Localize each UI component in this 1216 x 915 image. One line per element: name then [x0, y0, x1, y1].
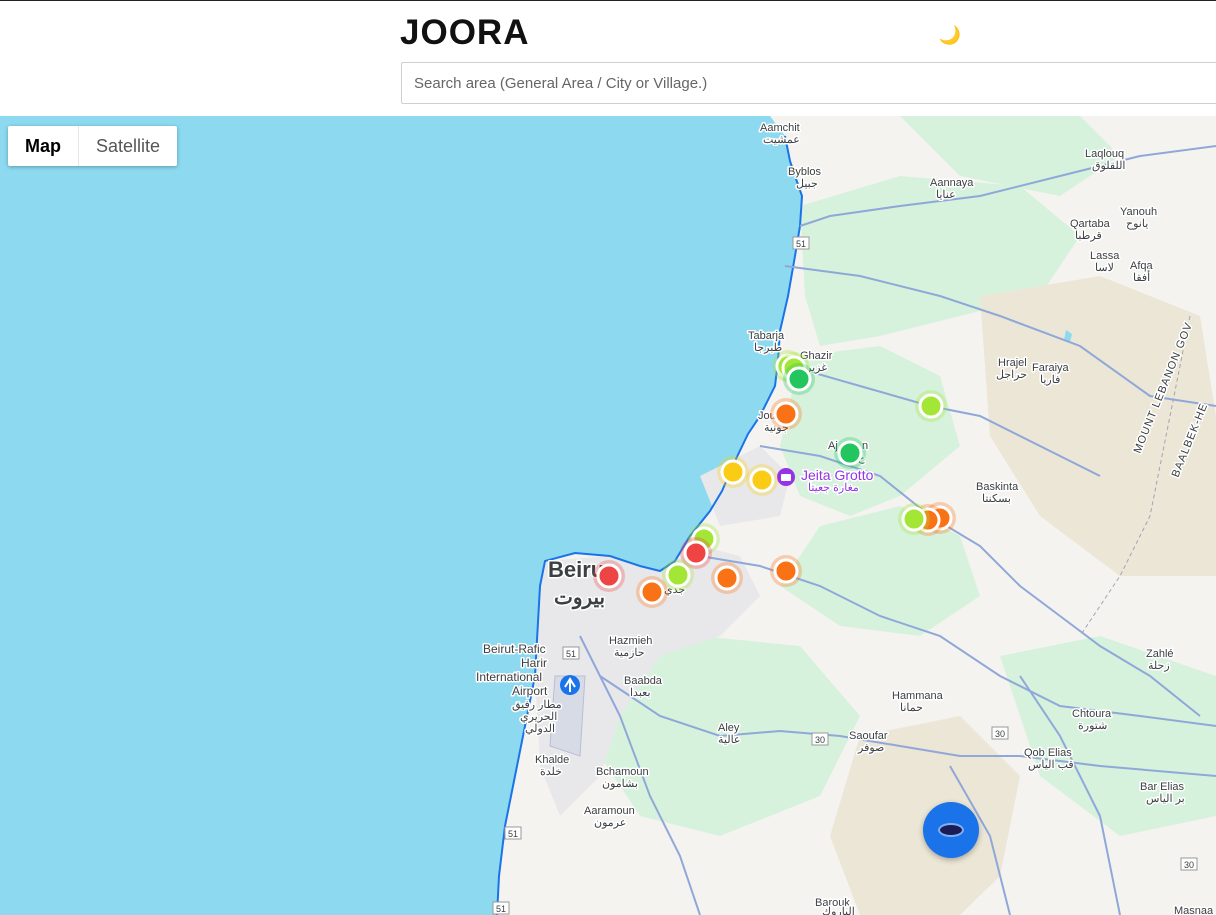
place-label: Khalde	[535, 754, 569, 766]
road-shield: 51	[562, 646, 580, 660]
place-label: صوفر	[857, 742, 884, 754]
app-header: JOORA 🌙	[0, 0, 1216, 116]
place-label: بشامون	[602, 778, 638, 790]
map-marker-green[interactable]	[837, 440, 863, 466]
app-title: JOORA	[400, 13, 530, 52]
airport-label: Harir	[521, 656, 547, 670]
place-label: Hrajel	[998, 357, 1027, 369]
locate-me-icon[interactable]	[923, 802, 979, 858]
place-label: طبرجا	[754, 342, 783, 354]
city-label-beirut-ar: بيروت	[554, 587, 605, 610]
map-type-control: Map Satellite	[8, 126, 178, 166]
place-label: Hammana	[892, 690, 944, 702]
place-label: جبيل	[796, 178, 818, 190]
place-label: Bar Elias	[1140, 781, 1185, 793]
place-label: فاريا	[1040, 374, 1060, 386]
moon-icon[interactable]: 🌙	[938, 23, 962, 47]
map-view[interactable]: 51 51 51 51 30 30 30 Aamchit عمشيت Byblo…	[0, 116, 1216, 915]
place-label: Baabda	[624, 675, 663, 687]
place-label: Hazmieh	[609, 635, 652, 647]
place-label: حراجل	[996, 369, 1027, 381]
place-label: أفقا	[1133, 270, 1150, 284]
map-marker-orange[interactable]	[639, 579, 665, 605]
place-label: يانوح	[1126, 218, 1148, 230]
svg-text:51: 51	[496, 904, 506, 914]
place-label: قرطبا	[1075, 230, 1102, 242]
camera-glyph	[781, 474, 791, 481]
road-shield: 30	[811, 732, 829, 746]
place-label: Masnaa	[1174, 905, 1214, 915]
place-label: Byblos	[788, 166, 822, 178]
map-type-map-button[interactable]: Map	[8, 126, 78, 166]
map-marker-orange[interactable]	[773, 558, 799, 584]
airport-label: Beirut-Rafic	[483, 642, 546, 656]
place-label: Aamchit	[760, 122, 800, 134]
place-label: الباروك	[822, 906, 855, 915]
map-marker-yellow[interactable]	[749, 467, 775, 493]
place-label: Faraiya	[1032, 362, 1070, 374]
place-label: Laqlouq	[1085, 148, 1124, 160]
place-label: Baskinta	[976, 481, 1019, 493]
place-label: Aley	[718, 722, 740, 734]
place-label: اللقلوق	[1092, 160, 1125, 172]
road-shield: 30	[1180, 857, 1198, 871]
place-label: خلدة	[540, 766, 562, 778]
map-canvas[interactable]: 51 51 51 51 30 30 30 Aamchit عمشيت Byblo…	[0, 116, 1216, 915]
road-shield: 51	[504, 826, 522, 840]
svg-text:51: 51	[566, 649, 576, 659]
place-label: Aaramoun	[584, 805, 635, 817]
map-marker-yellow[interactable]	[720, 459, 746, 485]
place-label: بعبدا	[630, 687, 651, 699]
place-label: عنايا	[936, 189, 956, 201]
place-label: Zahlé	[1146, 648, 1174, 660]
svg-text:30: 30	[995, 729, 1005, 739]
place-label: Afqa	[1130, 260, 1154, 272]
place-label: قب الياس	[1028, 759, 1074, 771]
place-label: Chtoura	[1072, 708, 1112, 720]
locate-me-glyph	[938, 823, 964, 837]
place-label: Yanouh	[1120, 206, 1157, 218]
svg-text:51: 51	[796, 239, 806, 249]
place-label: Aannaya	[930, 177, 974, 189]
place-label: عالية	[718, 734, 740, 746]
airport-label: مطار رفيق	[512, 699, 562, 711]
place-label: Lassa	[1090, 250, 1120, 262]
place-label: عمشيت	[763, 134, 800, 146]
airport-label: International	[476, 670, 542, 684]
map-marker-orange[interactable]	[773, 401, 799, 427]
map-marker-lime[interactable]	[665, 562, 691, 588]
svg-text:30: 30	[1184, 860, 1194, 870]
place-label: بر الياس	[1146, 793, 1185, 805]
poi-label-jeita[interactable]: Jeita Grotto	[800, 466, 876, 485]
road-shield: 51	[492, 901, 510, 915]
airport-label: الحريري	[520, 711, 557, 723]
poi-label-jeita-ar: مغارة جعيتا	[808, 482, 859, 494]
map-marker-red[interactable]	[596, 563, 622, 589]
road-shield: 51	[792, 236, 810, 250]
place-label: بسكنتا	[982, 493, 1011, 505]
map-marker-green[interactable]	[786, 366, 812, 392]
airport-label: الدولي	[525, 723, 555, 735]
place-label: شتورة	[1078, 720, 1107, 732]
svg-text:30: 30	[815, 735, 825, 745]
place-label: Qartaba	[1070, 218, 1111, 230]
place-label: لاسا	[1095, 262, 1114, 274]
svg-text:51: 51	[508, 829, 518, 839]
map-marker-orange[interactable]	[714, 565, 740, 591]
place-label: Saoufar	[849, 730, 888, 742]
map-marker-lime[interactable]	[918, 393, 944, 419]
place-label: حازمية	[614, 647, 645, 659]
place-label: Tabarja	[748, 330, 785, 342]
place-label: عرمون	[594, 817, 626, 829]
place-label: Bchamoun	[596, 766, 649, 778]
map-type-satellite-button[interactable]: Satellite	[79, 126, 177, 166]
place-label: Qob Elias	[1024, 747, 1072, 759]
place-label: زحلة	[1148, 660, 1170, 672]
road-shield: 30	[991, 726, 1009, 740]
search-input[interactable]	[401, 62, 1216, 104]
place-label: حمانا	[900, 702, 923, 714]
airport-label: Airport	[512, 684, 548, 698]
map-marker-red[interactable]	[683, 540, 709, 566]
map-marker-lime[interactable]	[901, 506, 927, 532]
